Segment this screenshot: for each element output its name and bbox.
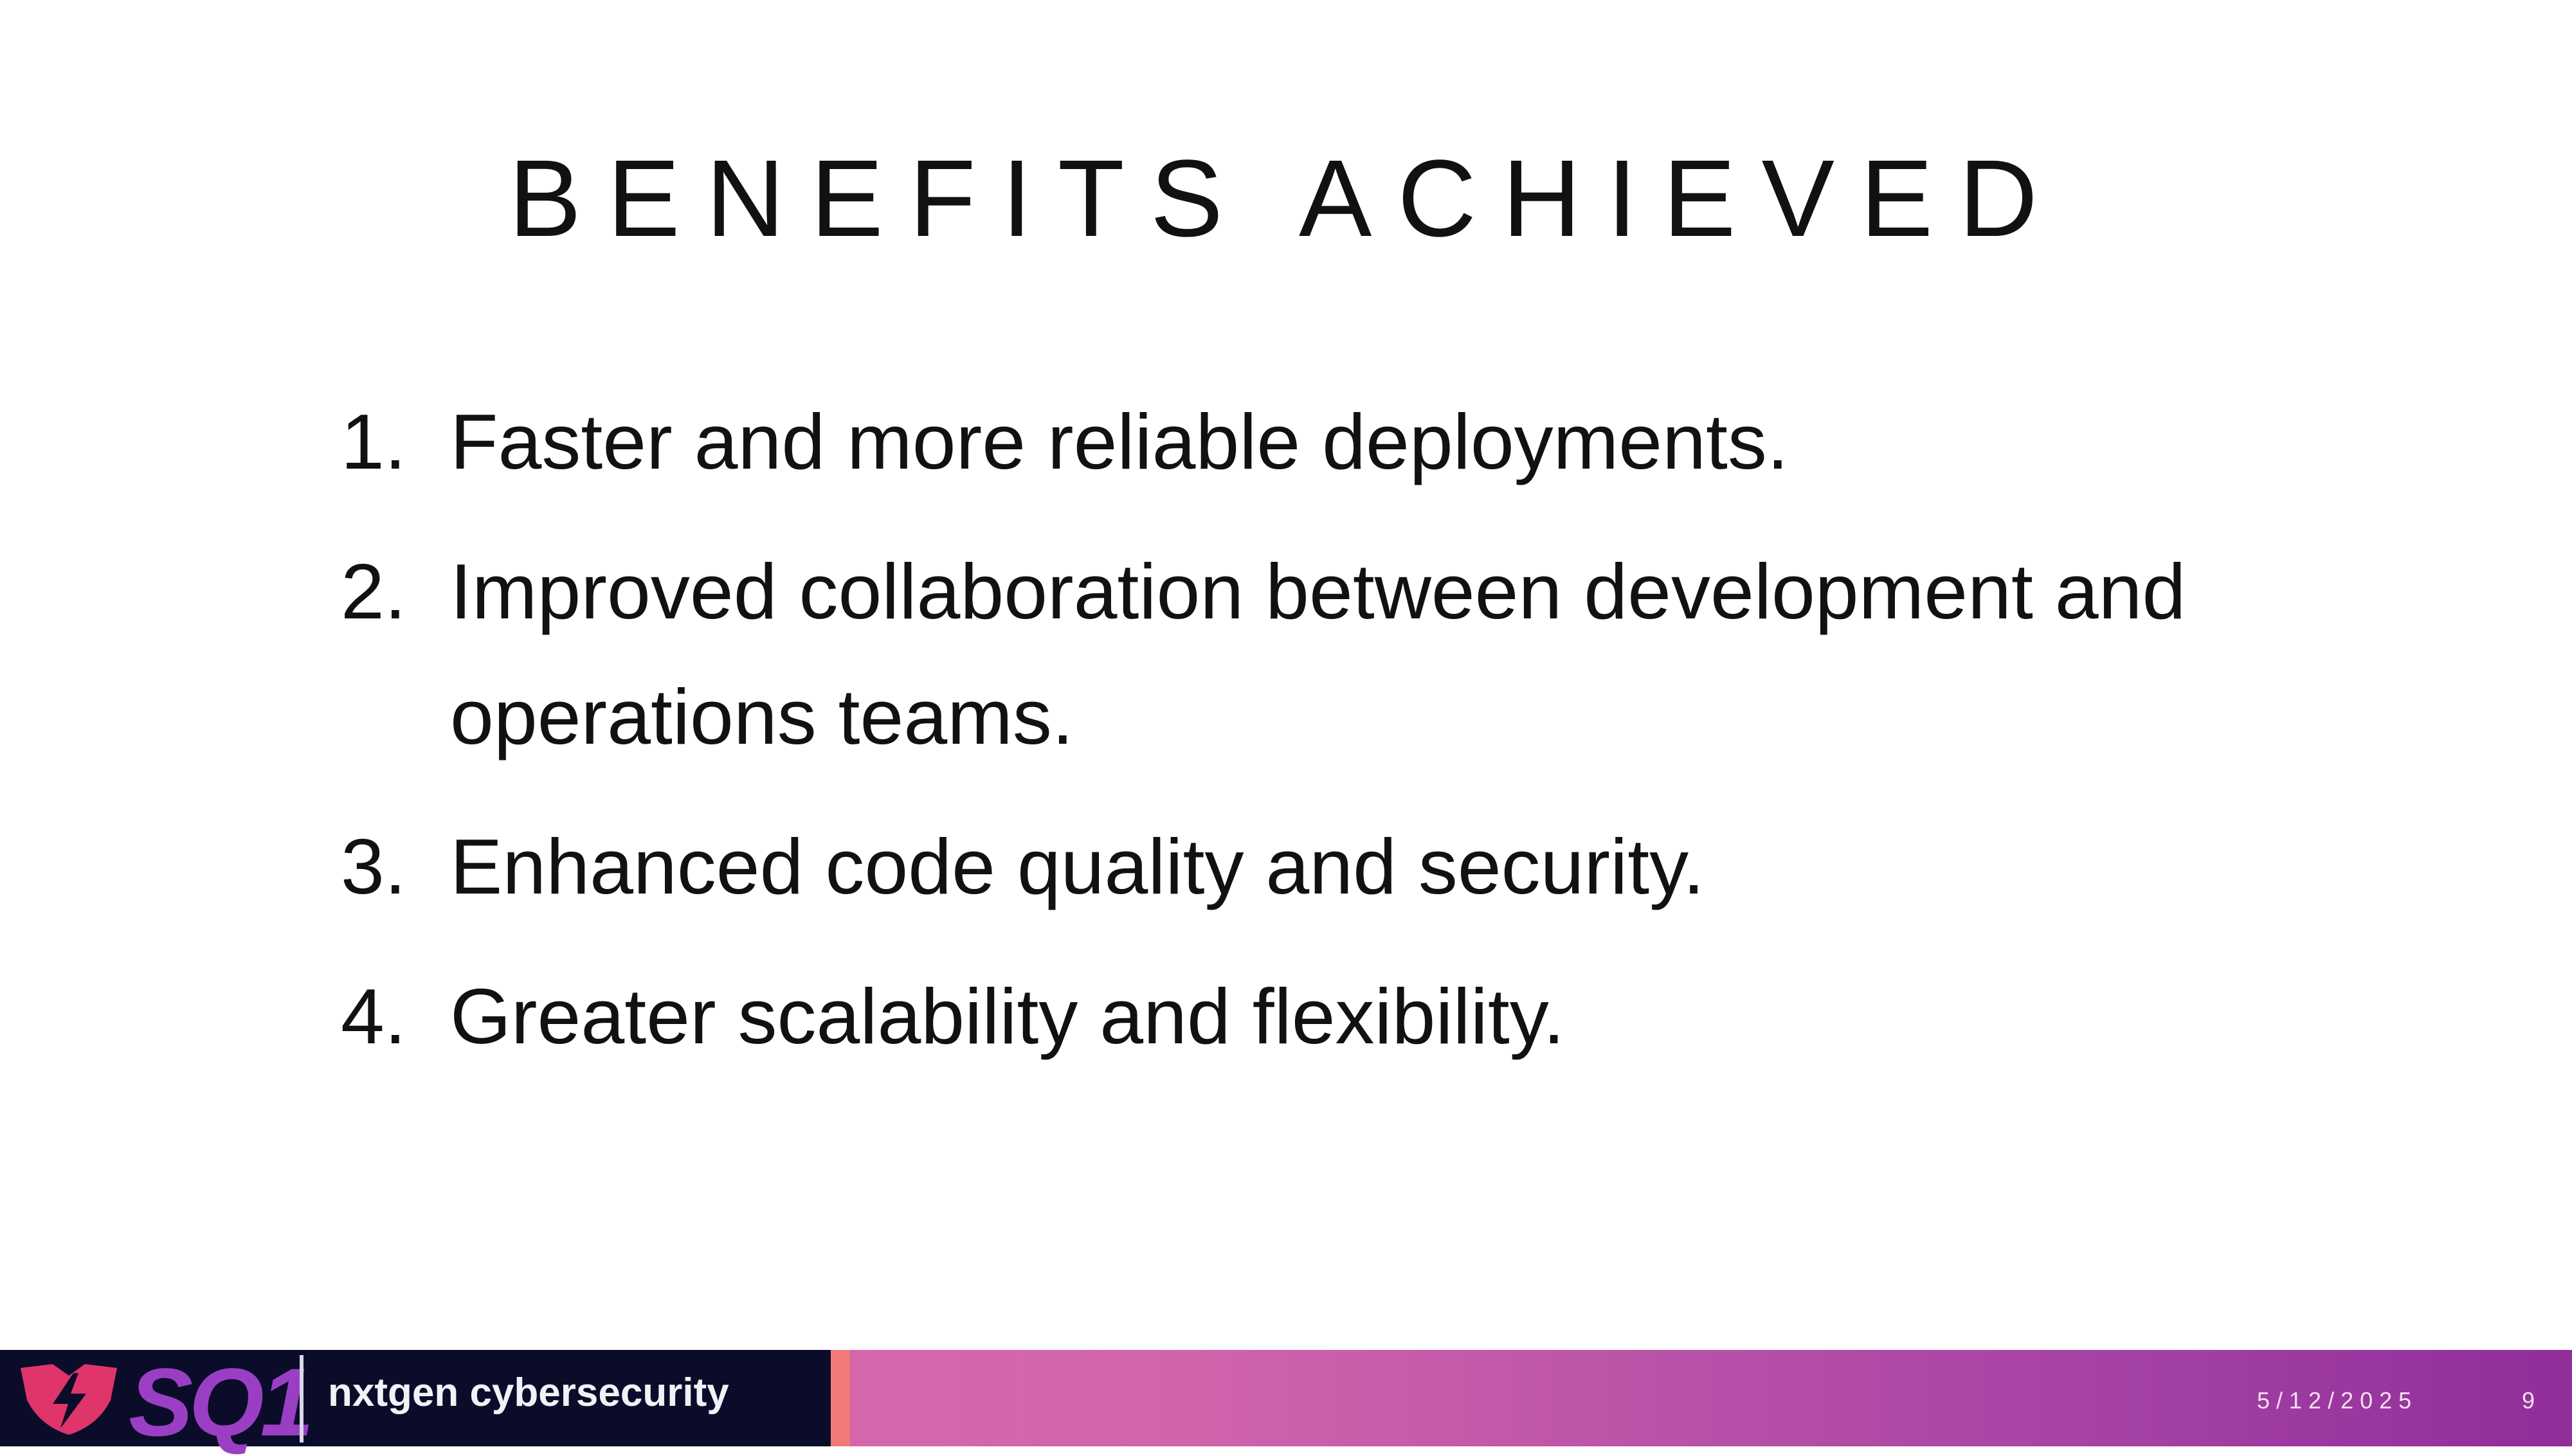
- list-item-text: Greater scalability and flexibility.: [450, 973, 1565, 1060]
- brand-text: nxtgen cybersecurity: [328, 1371, 729, 1415]
- list-item-text: Faster and more reliable deployments.: [450, 398, 1789, 485]
- slide-date: 5/12/2025: [2257, 1387, 2418, 1414]
- list-item: 1. Faster and more reliable deployments.: [341, 379, 2270, 505]
- slide-title: BENEFITS ACHIEVED: [508, 137, 2064, 260]
- logo-text: SQ1: [129, 1348, 314, 1456]
- list-item-text: Enhanced code quality and security.: [450, 823, 1705, 910]
- list-item: 4. Greater scalability and flexibility.: [341, 954, 2270, 1079]
- footer-accent-stripe: [831, 1350, 850, 1446]
- list-item-text: Improved collaboration between developme…: [450, 548, 2186, 760]
- list-item-number: 2.: [341, 548, 406, 635]
- shield-logo-icon: [21, 1364, 117, 1435]
- list-item-number: 4.: [341, 973, 406, 1060]
- list-item: 2. Improved collaboration between develo…: [341, 529, 2270, 780]
- slide-number: 9: [2522, 1387, 2535, 1414]
- benefits-list: 1. Faster and more reliable deployments.…: [341, 379, 2270, 1104]
- list-item-number: 1.: [341, 398, 406, 485]
- logo-divider: [300, 1355, 303, 1443]
- list-item: 3. Enhanced code quality and security.: [341, 804, 2270, 930]
- list-item-number: 3.: [341, 823, 406, 910]
- slide: BENEFITS ACHIEVED 1. Faster and more rel…: [0, 0, 2572, 1450]
- company-logo: SQ1 nxtgen cybersecurity: [0, 1350, 831, 1450]
- footer-bar: SQ1 nxtgen cybersecurity 5/12/2025 9: [0, 1350, 2572, 1450]
